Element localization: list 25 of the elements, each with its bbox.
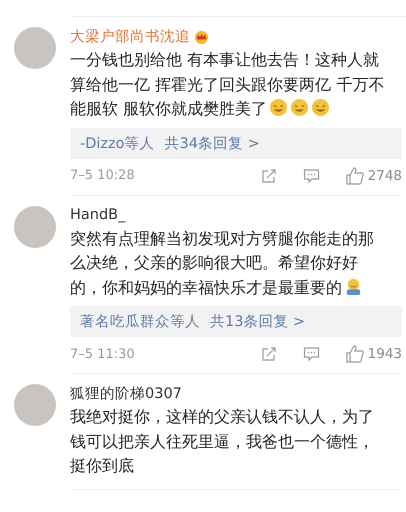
timestamp: 7–5 11:30 [70,346,136,362]
share-icon[interactable] [260,346,277,362]
username[interactable]: HandB_ [70,206,126,222]
comment-text: 我绝对挺你，这样的父亲认钱不认人，为了钱可以把亲人往死里逼，我爸也一个德性，挺你到底 [70,406,375,477]
comment-text: 一分钱也别给他 有本事让他去告！这种人就算给他一亿 挥霍光了回头跟你要两亿 千万不能服软 服软你就成樊胜美了 [70,49,386,120]
repliers: 著名吃瓜群众等人 [80,313,200,331]
avatar[interactable] [14,384,56,426]
thumbs-up-icon[interactable] [346,345,364,363]
replies-box[interactable]: 著名吃瓜群众等人 共13条回复 > [70,306,402,337]
username[interactable]: 大梁户部尚书沈追 [70,26,190,46]
username[interactable]: 狐狸的阶梯0307 [70,384,182,402]
repliers: -Dizzo等人 [80,134,155,152]
reply-count-link[interactable]: 共13条回复 > [210,312,306,331]
thumbs-up-icon[interactable] [346,166,364,184]
like-count: 2748 [368,168,402,184]
share-icon[interactable] [260,168,277,184]
timestamp: 7–5 10:28 [70,168,136,183]
reply-count-link[interactable]: 共34条回复 > [164,134,260,152]
comment-text: 突然有点理解当初发现对方劈腿你能走的那么决绝，父亲的影响很大吧。希望你好好的，你和妈妈的幸福快乐才是最重要的 [70,228,375,298]
comment-icon[interactable] [302,346,320,362]
comment-icon[interactable] [302,168,320,184]
avatar[interactable] [14,206,56,248]
replies-box[interactable]: -Dizzo等人 共34条回复 > [70,128,402,158]
like-count: 1943 [368,346,402,362]
avatar[interactable] [14,27,56,69]
